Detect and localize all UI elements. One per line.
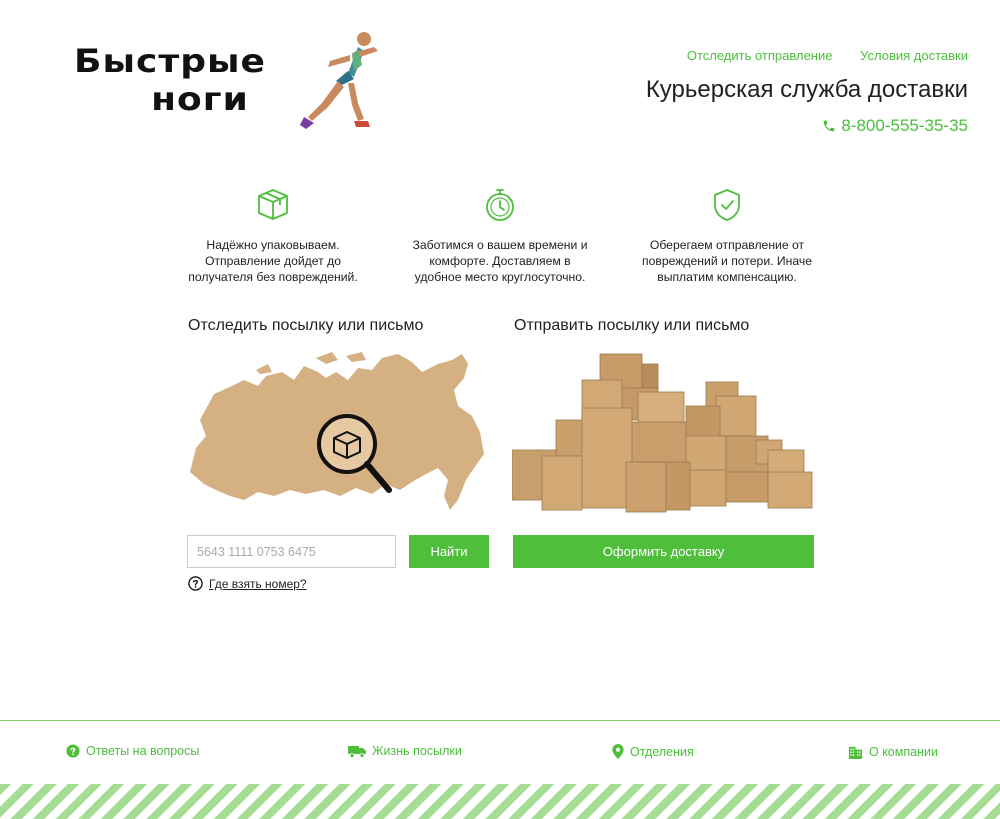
footer-link-parcel-life[interactable]: Жизнь посылки	[348, 744, 462, 758]
shield-check-icon	[714, 189, 740, 221]
question-circle-icon	[188, 576, 203, 591]
logo-text: Быстрые ноги	[30, 43, 310, 119]
track-shipment-link[interactable]: Отследить отправление	[687, 48, 833, 63]
phone-number: 8-800-555-35-35	[841, 116, 968, 135]
where-number-help[interactable]: Где взять номер?	[188, 576, 307, 591]
truck-icon	[348, 746, 366, 758]
footer-link-label: Жизнь посылки	[372, 744, 462, 758]
logo[interactable]: Быстрые ноги	[30, 25, 395, 135]
footer-link-label: Отделения	[630, 744, 694, 759]
stopwatch-icon	[486, 189, 514, 221]
feature-packaging: Надёжно упаковываем. Отправление дойдет …	[178, 185, 368, 285]
package-icon	[258, 189, 288, 220]
delivery-terms-link[interactable]: Условия доставки	[860, 48, 968, 63]
footer-link-offices[interactable]: Отделения	[612, 744, 694, 759]
logo-line-2: ноги	[151, 81, 249, 118]
building-icon	[848, 746, 863, 759]
tracking-number-input[interactable]	[187, 535, 396, 568]
footer-link-faq[interactable]: Ответы на вопросы	[66, 744, 199, 758]
find-button[interactable]: Найти	[409, 535, 489, 568]
logo-line-1: Быстрые	[74, 43, 266, 81]
footer-link-about[interactable]: О компании	[848, 744, 938, 759]
feature-insurance: Оберегаем отправление от повреждений и п…	[632, 185, 822, 285]
send-title: Отправить посылку или письмо	[514, 317, 750, 334]
top-nav: Отследить отправление Условия доставки	[663, 48, 968, 63]
question-icon	[66, 744, 80, 758]
footer-link-label: Ответы на вопросы	[86, 744, 200, 758]
feature-text: Заботимся о вашем времени и комфорте. До…	[412, 238, 588, 284]
russia-map-image	[190, 352, 484, 510]
order-delivery-button[interactable]: Оформить доставку	[513, 535, 814, 568]
map-pin-icon	[612, 744, 624, 759]
boxes-image	[512, 353, 813, 513]
footer-link-label: О компании	[869, 744, 938, 759]
footer-stripes	[0, 784, 1000, 819]
runner-icon	[300, 32, 378, 129]
footer-divider	[0, 720, 1000, 721]
track-title: Отследить посылку или письмо	[188, 317, 424, 334]
phone-icon	[824, 120, 835, 132]
feature-text: Надёжно упаковываем. Отправление дойдет …	[188, 238, 358, 284]
phone[interactable]: 8-800-555-35-35	[822, 116, 968, 136]
where-number-link[interactable]: Где взять номер?	[209, 577, 307, 591]
feature-text: Оберегаем отправление от повреждений и п…	[641, 238, 813, 284]
feature-time: Заботимся о вашем времени и комфорте. До…	[405, 185, 595, 285]
tagline: Курьерская служба доставки	[645, 76, 968, 103]
